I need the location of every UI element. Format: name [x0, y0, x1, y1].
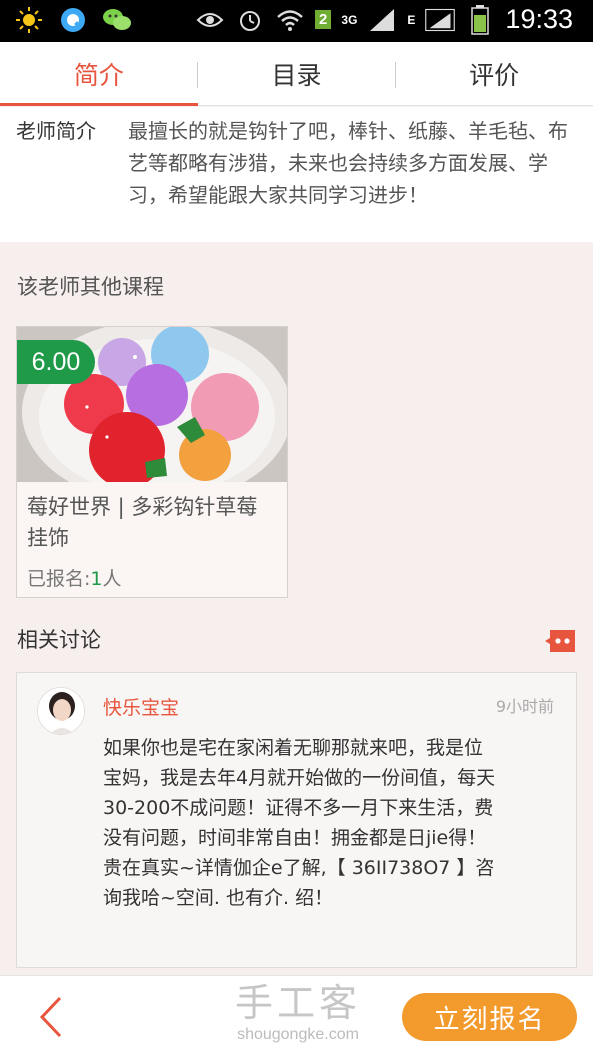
timestamp: 9小时前	[495, 697, 554, 716]
tab-catalog[interactable]: 目录	[198, 42, 396, 105]
signal-icon	[367, 5, 397, 35]
notification-badge: 2	[315, 10, 332, 29]
edge-label: E	[407, 12, 416, 27]
battery-icon	[465, 4, 495, 35]
back-icon[interactable]	[32, 994, 72, 1040]
username[interactable]: 快乐宝宝	[103, 693, 179, 720]
signup-button[interactable]: 立刻报名	[402, 993, 577, 1041]
wifi-icon	[275, 5, 305, 35]
discussion-title: 相关讨论	[17, 628, 101, 652]
enroll-count: 已报名:1人	[27, 564, 122, 591]
signal-icon	[425, 5, 456, 35]
enroll-unit: 人	[102, 568, 122, 590]
watermark-url: shougongke.com	[237, 1026, 359, 1043]
clock: 19:33	[505, 4, 573, 34]
discussion-text: 如果你也是宅在家闲着无聊那就来吧，我是位宝妈，我是去年4月就开始做的一份间值，每…	[103, 737, 496, 909]
eye-icon	[195, 5, 225, 35]
other-courses-title: 该老师其他课程	[17, 275, 164, 299]
course-title: 莓好世界 | 多彩钩针草莓挂饰	[27, 495, 258, 550]
network-type-label: 3G	[341, 12, 358, 27]
avatar[interactable]	[37, 687, 85, 735]
discussion-item[interactable]: 快乐宝宝 9小时前 如果你也是宅在家闲着无聊那就来吧，我是位宝妈，我是去年4月就…	[16, 672, 577, 968]
teacher-intro-text: 最擅长的就是钩针了吧，棒针、纸藤、羊毛毡、布艺等都略有涉猎，未来也会持续多方面发…	[128, 119, 568, 207]
watermark-logo: 手工客	[234, 981, 361, 1025]
teacher-intro-label: 老师简介	[16, 119, 96, 143]
tab-divider	[197, 62, 198, 88]
watermark: 手工客 shougongke.com	[228, 980, 368, 1044]
bottom-bar: 手工客 shougongke.com 立刻报名	[0, 975, 593, 1054]
enroll-label: 已报名:	[27, 568, 91, 590]
course-thumbnail: 6.00	[17, 327, 287, 482]
qq-icon	[58, 5, 88, 35]
price-badge: 6.00	[17, 340, 95, 384]
enroll-number: 1	[90, 568, 103, 590]
alarm-icon	[235, 5, 265, 35]
teacher-intro: 老师简介 最擅长的就是钩针了吧，棒针、纸藤、羊毛毡、布艺等都略有涉猎，未来也会持…	[0, 107, 593, 242]
tab-divider	[395, 62, 396, 88]
comment-icon[interactable]	[544, 628, 577, 654]
wechat-icon	[102, 5, 132, 35]
course-card[interactable]: 6.00 莓好世界 | 多彩钩针草莓挂饰 已报名:1人	[16, 326, 288, 598]
tab-reviews[interactable]: 评价	[395, 42, 593, 105]
tab-intro[interactable]: 简介	[0, 42, 198, 106]
weather-sun-icon	[14, 5, 44, 35]
tab-bar: 简介 目录 评价	[0, 42, 593, 106]
status-bar: 2 3G E 19:33	[0, 0, 593, 42]
